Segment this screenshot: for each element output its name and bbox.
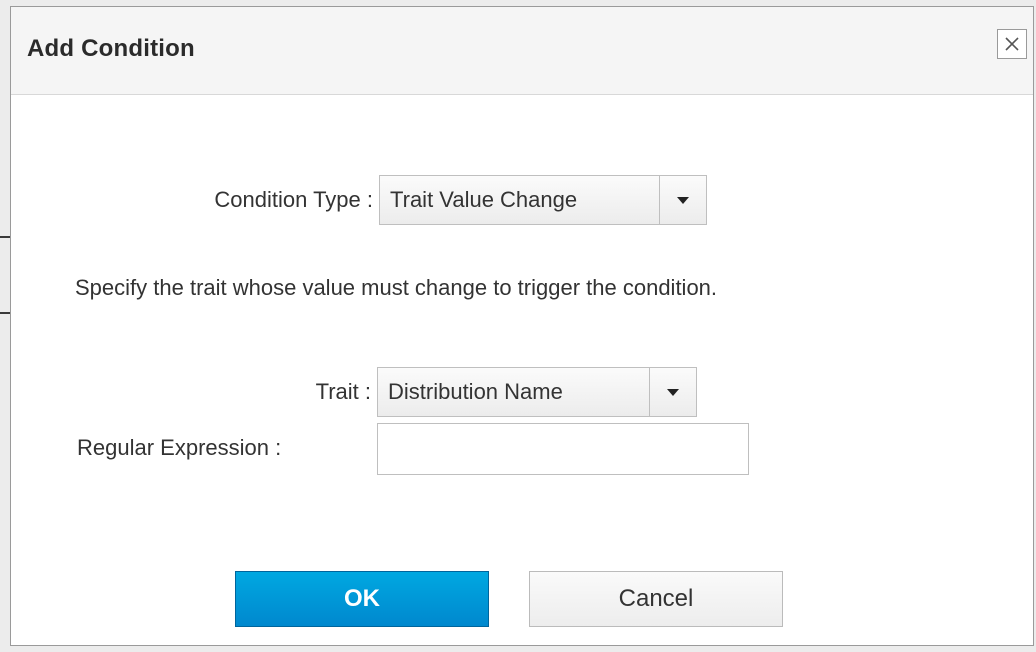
regular-expression-input[interactable] bbox=[377, 423, 749, 475]
dialog-header: Add Condition bbox=[11, 7, 1033, 95]
condition-type-label: Condition Type : bbox=[214, 187, 373, 212]
close-icon bbox=[1005, 37, 1019, 51]
condition-type-value: Trait Value Change bbox=[390, 187, 578, 212]
trait-dropdown-toggle[interactable] bbox=[649, 368, 696, 416]
trait-select[interactable]: Distribution Name bbox=[377, 367, 697, 417]
cancel-button[interactable]: Cancel bbox=[529, 571, 783, 627]
add-condition-dialog: Add Condition Condition Type : Trait Val… bbox=[10, 6, 1034, 646]
backdrop-edge-mark bbox=[0, 312, 10, 314]
condition-type-select[interactable]: Trait Value Change bbox=[379, 175, 707, 225]
trait-value: Distribution Name bbox=[388, 379, 563, 404]
dialog-title: Add Condition bbox=[27, 35, 195, 62]
regular-expression-label: Regular Expression : bbox=[77, 435, 282, 460]
condition-description: Specify the trait whose value must chang… bbox=[75, 275, 718, 300]
trait-label: Trait : bbox=[315, 379, 371, 404]
ok-button[interactable]: OK bbox=[235, 571, 489, 627]
caret-down-icon bbox=[667, 389, 679, 396]
caret-down-icon bbox=[677, 197, 689, 204]
close-button[interactable] bbox=[997, 29, 1027, 59]
condition-type-dropdown-toggle[interactable] bbox=[659, 176, 706, 224]
backdrop-edge-mark bbox=[0, 236, 10, 238]
